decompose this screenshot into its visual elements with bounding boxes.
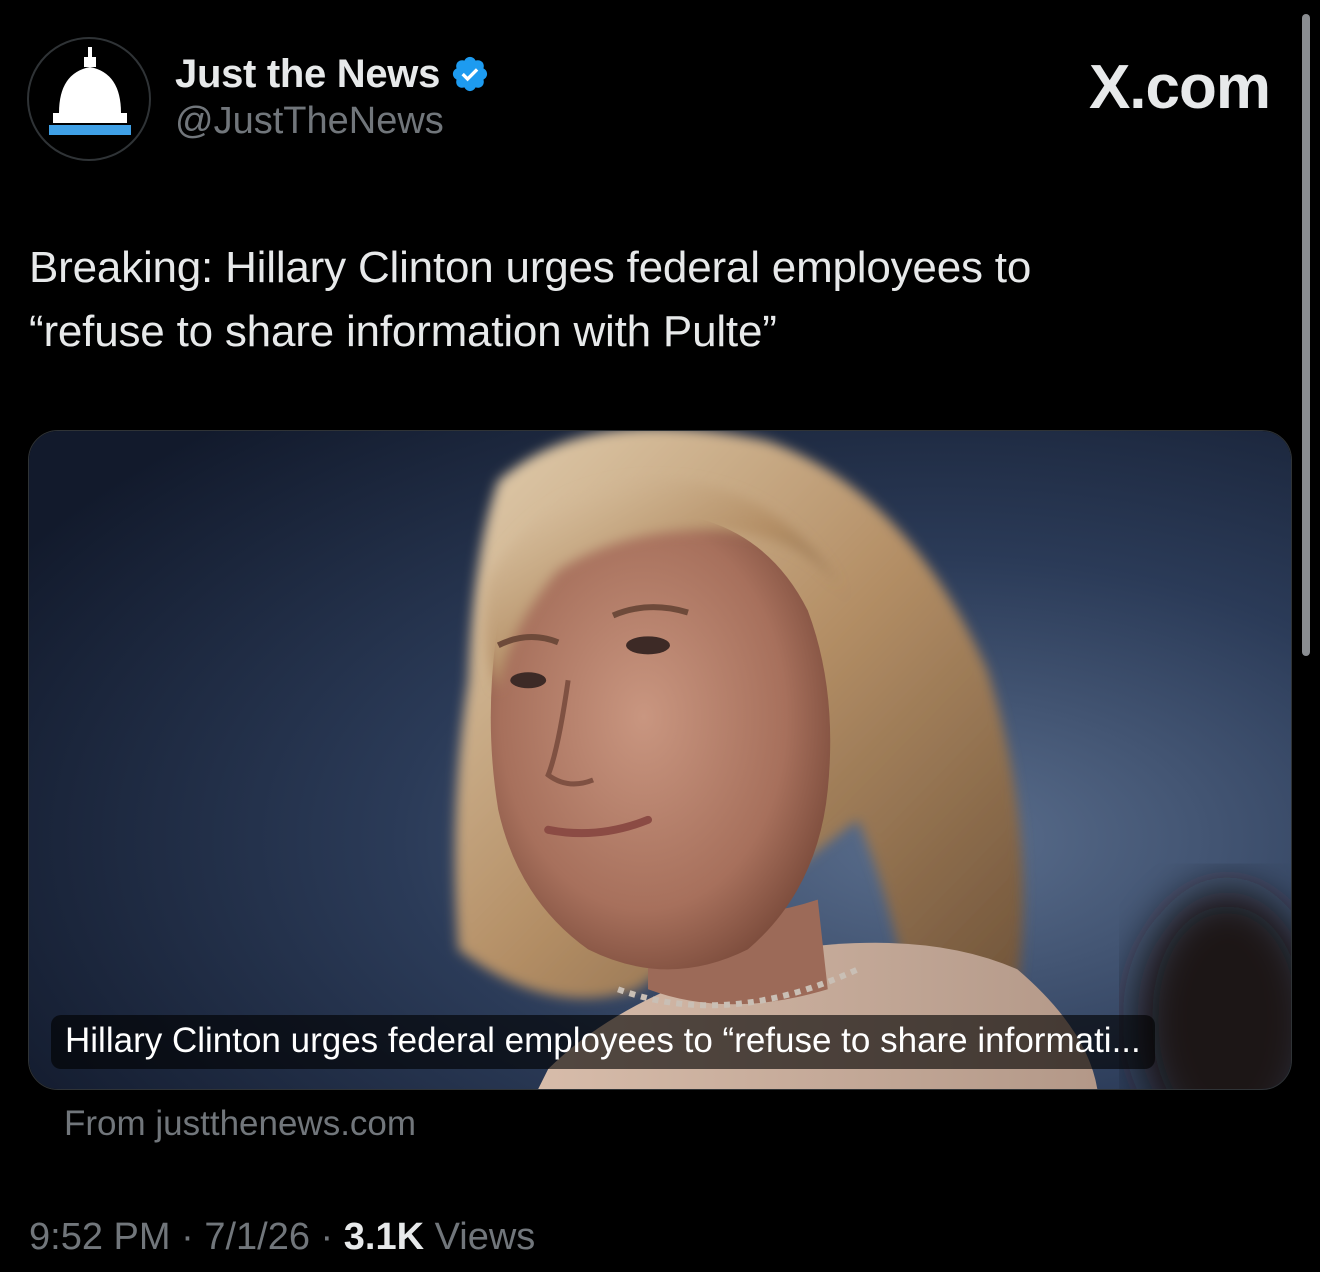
meta-separator: · <box>170 1216 205 1258</box>
views-label: Views <box>424 1216 536 1258</box>
tweet-date[interactable]: 7/1/26 <box>204 1216 310 1259</box>
author-name-row[interactable]: Just the News <box>175 48 490 100</box>
author-handle[interactable]: @JustTheNews <box>175 100 444 143</box>
link-card[interactable]: Hillary Clinton urges federal employees … <box>28 430 1292 1090</box>
verified-badge-icon <box>452 56 488 92</box>
capitol-dome-icon <box>49 47 131 135</box>
meta-separator: · <box>309 1216 344 1258</box>
tweet-meta: 9:52 PM · 7/1/26 · 3.1K Views <box>29 1216 535 1259</box>
card-caption[interactable]: Hillary Clinton urges federal employees … <box>51 1015 1155 1069</box>
brand-watermark: X.com <box>1088 53 1271 122</box>
tweet-text-line-2: “refuse to share information with Pulte” <box>29 307 777 356</box>
avatar[interactable] <box>27 37 151 161</box>
tweet-text: Breaking: Hillary Clinton urges federal … <box>29 236 1269 364</box>
card-source-link[interactable]: From justthenews.com <box>64 1104 416 1144</box>
views-count[interactable]: 3.1K <box>344 1216 424 1259</box>
tweet-text-line-1: Breaking: Hillary Clinton urges federal … <box>29 243 1032 292</box>
tweet-time[interactable]: 9:52 PM <box>29 1216 171 1259</box>
article-photo <box>29 431 1291 1089</box>
author-display-name[interactable]: Just the News <box>175 52 440 97</box>
scrollbar[interactable] <box>1302 14 1310 656</box>
